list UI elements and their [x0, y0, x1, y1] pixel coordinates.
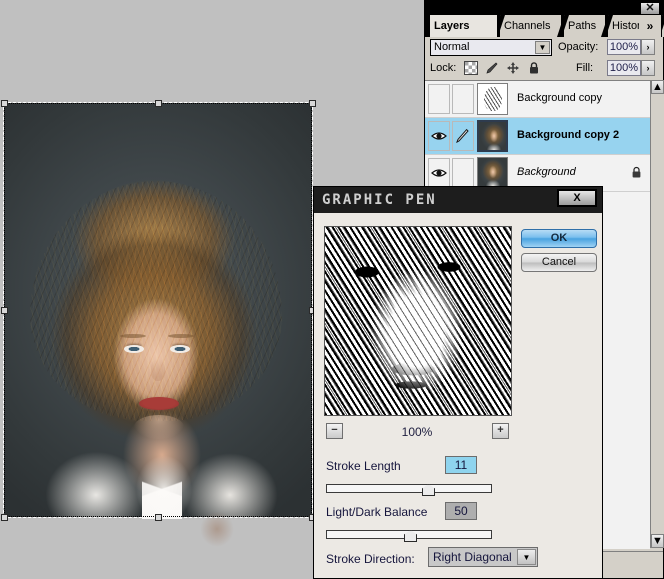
graphic-pen-dialog: GRAPHIC PEN X − 100% + OK Cancel Stroke … — [313, 186, 603, 579]
layer-list-scrollbar[interactable]: ▲ ▼ — [650, 80, 664, 548]
stroke-direction-label: Stroke Direction: — [326, 552, 415, 566]
scroll-up-icon[interactable]: ▲ — [651, 80, 664, 94]
layer-link-toggle[interactable] — [452, 158, 474, 188]
transform-selection-marquee[interactable] — [1, 100, 316, 521]
stroke-length-slider[interactable] — [326, 484, 492, 496]
light-dark-balance-input[interactable]: 50 — [445, 502, 477, 520]
light-dark-balance-slider[interactable] — [326, 530, 492, 542]
layer-thumbnail[interactable] — [477, 120, 508, 152]
more-tabs-icon[interactable]: » — [639, 15, 661, 37]
handle-ne[interactable] — [309, 100, 316, 107]
tab-paths[interactable]: Paths — [563, 15, 605, 37]
opacity-stepper-icon[interactable]: › — [641, 39, 655, 55]
lock-pixels-brush-icon[interactable] — [485, 61, 499, 75]
dialog-close-icon[interactable]: X — [557, 189, 597, 207]
layer-thumbnail[interactable] — [477, 157, 508, 189]
close-icon[interactable]: ✕ — [639, 1, 661, 16]
table-row[interactable]: Background copy 2 — [425, 118, 650, 155]
opacity-label: Opacity: — [558, 41, 599, 53]
handle-w[interactable] — [1, 307, 8, 314]
layer-name: Background — [517, 166, 576, 178]
stroke-direction-value: Right Diagonal — [433, 550, 512, 564]
preview-artwork — [325, 227, 511, 415]
lock-position-move-icon[interactable] — [506, 61, 520, 75]
stroke-length-input[interactable]: 11 — [445, 456, 477, 474]
stroke-direction-select[interactable]: Right Diagonal ▼ — [428, 547, 538, 567]
layer-name: Background copy — [517, 92, 602, 104]
blend-mode-value: Normal — [434, 41, 470, 53]
tab-channels[interactable]: Channels — [499, 15, 561, 37]
table-row[interactable]: Background copy — [425, 81, 650, 118]
zoom-level-label: 100% — [401, 425, 433, 439]
palette-titlebar[interactable] — [425, 1, 663, 15]
ok-button[interactable]: OK — [521, 229, 597, 248]
lock-transparency-icon[interactable] — [464, 61, 478, 75]
zoom-out-button[interactable]: − — [326, 423, 343, 439]
lock-label: Lock: — [430, 62, 457, 74]
zoom-in-button[interactable]: + — [492, 423, 509, 439]
palette-tab-strip: Layers Channels Paths History Actions » — [425, 15, 664, 37]
scroll-down-icon[interactable]: ▼ — [651, 534, 664, 548]
stroke-length-slider-knob[interactable] — [422, 484, 435, 496]
handle-s[interactable] — [155, 514, 162, 521]
chevron-down-icon[interactable]: ▼ — [517, 549, 536, 565]
handle-n[interactable] — [155, 100, 162, 107]
chevron-down-icon[interactable]: ▼ — [535, 41, 550, 54]
lock-row: Lock: Fill: 100% › — [425, 57, 663, 79]
handle-sw[interactable] — [1, 514, 8, 521]
layer-visibility-toggle[interactable] — [428, 158, 450, 188]
layer-visibility-toggle[interactable] — [428, 121, 450, 151]
light-dark-balance-slider-knob[interactable] — [404, 530, 417, 542]
fill-stepper-icon[interactable]: › — [641, 60, 655, 76]
fill-label: Fill: — [576, 62, 594, 74]
dialog-title: GRAPHIC PEN — [322, 192, 437, 208]
layer-name: Background copy 2 — [517, 129, 620, 141]
blend-mode-row: Normal ▼ Opacity: 100% › — [425, 37, 663, 57]
tab-layers[interactable]: Layers — [429, 15, 497, 37]
layer-link-toggle[interactable] — [452, 121, 474, 151]
cancel-button[interactable]: Cancel — [521, 253, 597, 272]
blend-mode-select[interactable]: Normal ▼ — [430, 39, 552, 56]
handle-nw[interactable] — [1, 100, 8, 107]
opacity-input[interactable]: 100% — [607, 39, 641, 55]
stroke-length-label: Stroke Length — [326, 459, 401, 473]
layer-locked-padlock-icon — [631, 166, 642, 179]
fill-input[interactable]: 100% — [607, 60, 641, 76]
layer-link-toggle[interactable] — [452, 84, 474, 114]
layer-visibility-toggle[interactable] — [428, 84, 450, 114]
lock-all-padlock-icon[interactable] — [527, 61, 541, 75]
filter-preview[interactable] — [324, 226, 512, 416]
light-dark-balance-label: Light/Dark Balance — [326, 505, 428, 519]
layer-thumbnail[interactable] — [477, 83, 508, 115]
